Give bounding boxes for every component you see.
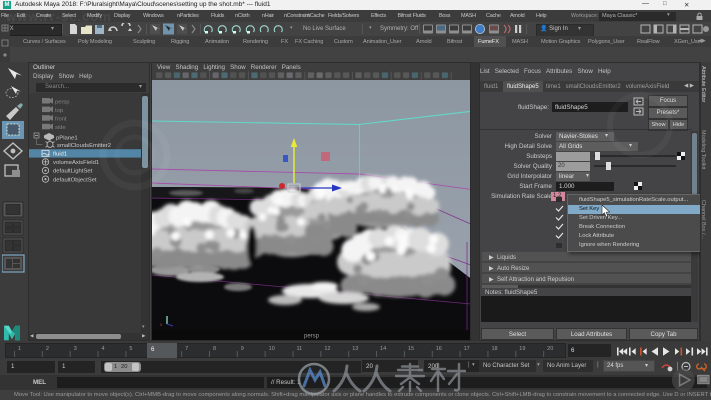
svg-text:20: 20: [547, 346, 553, 352]
svg-text:side: side: [55, 125, 66, 131]
svg-text:10: 10: [269, 346, 275, 352]
svg-text:persp: persp: [304, 334, 320, 340]
svg-text:front: front: [55, 117, 67, 123]
svg-text:8: 8: [213, 346, 216, 352]
svg-text:13: 13: [352, 346, 358, 352]
svg-text:16: 16: [436, 346, 442, 352]
svg-text:7: 7: [185, 346, 188, 352]
svg-text:2: 2: [46, 346, 49, 352]
svg-text:defaultLightSet: defaultLightSet: [53, 169, 93, 175]
svg-text:19: 19: [519, 346, 525, 352]
svg-text:1: 1: [18, 346, 21, 352]
svg-text:persp: persp: [55, 99, 70, 105]
svg-text:18: 18: [491, 346, 497, 352]
svg-text:top: top: [55, 108, 63, 114]
svg-text:fluid1: fluid1: [53, 151, 67, 157]
svg-text:17: 17: [464, 346, 470, 352]
svg-text:15: 15: [408, 346, 414, 352]
svg-text:5: 5: [129, 346, 132, 352]
svg-text:pPlane1: pPlane1: [56, 136, 78, 142]
svg-text:12: 12: [324, 346, 330, 352]
svg-text:3: 3: [74, 346, 77, 352]
svg-text:volumeAxisField1: volumeAxisField1: [53, 160, 99, 166]
svg-text:4: 4: [102, 346, 105, 352]
svg-text:14: 14: [380, 346, 386, 352]
svg-text:11: 11: [297, 346, 303, 352]
svg-text:9: 9: [241, 346, 244, 352]
svg-text:defaultObjectSet: defaultObjectSet: [53, 177, 97, 183]
